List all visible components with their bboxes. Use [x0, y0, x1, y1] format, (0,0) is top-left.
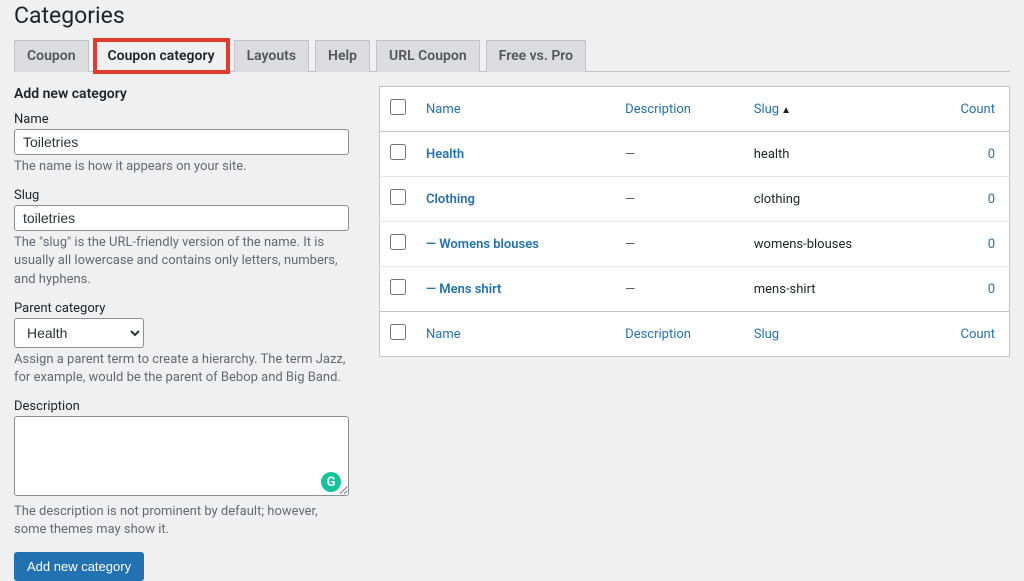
tabs: Coupon Coupon category Layouts Help URL … — [14, 39, 1010, 72]
parent-desc: Assign a parent term to create a hierarc… — [14, 351, 349, 387]
name-label: Name — [14, 112, 349, 127]
select-all-top[interactable] — [390, 99, 406, 115]
row-name-link[interactable]: — Mens shirt — [426, 282, 501, 297]
row-name-link[interactable]: Clothing — [426, 192, 475, 207]
sort-asc-icon: ▲ — [781, 105, 791, 116]
col-name-footer[interactable]: Name — [426, 327, 461, 342]
parent-select[interactable]: Health — [14, 318, 144, 348]
page-title: Categories — [14, 0, 1010, 39]
slug-desc: The "slug" is the URL-friendly version o… — [14, 234, 349, 289]
row-checkbox[interactable] — [390, 279, 406, 295]
description-desc: The description is not prominent by defa… — [14, 503, 349, 539]
tab-layouts[interactable]: Layouts — [234, 40, 309, 72]
parent-label: Parent category — [14, 301, 349, 316]
row-description: — — [625, 237, 635, 252]
col-description-footer[interactable]: Description — [625, 327, 691, 342]
col-slug-header[interactable]: Slug — [754, 102, 779, 117]
add-category-button[interactable]: Add new category — [14, 552, 144, 581]
tab-help[interactable]: Help — [315, 40, 370, 72]
tab-coupon-category[interactable]: Coupon category — [95, 40, 228, 72]
row-name-link[interactable]: — Womens blouses — [426, 237, 539, 252]
slug-input[interactable] — [14, 205, 349, 231]
table-row: — Mens shirt — mens-shirt 0 — [380, 267, 1010, 312]
row-checkbox[interactable] — [390, 144, 406, 160]
col-description-header[interactable]: Description — [625, 102, 691, 117]
col-slug-footer[interactable]: Slug — [754, 327, 779, 342]
row-count-link[interactable]: 0 — [988, 147, 995, 162]
add-category-form: Add new category Name The name is how it… — [14, 86, 349, 581]
col-name-header[interactable]: Name — [426, 102, 461, 117]
slug-label: Slug — [14, 188, 349, 203]
row-slug: clothing — [744, 177, 921, 222]
categories-table: Name Description Slug▲ Count Health — he… — [379, 86, 1010, 357]
table-row: Health — health 0 — [380, 132, 1010, 177]
col-count-footer[interactable]: Count — [961, 327, 995, 342]
table-row: — Womens blouses — womens-blouses 0 — [380, 222, 1010, 267]
select-all-bottom[interactable] — [390, 324, 406, 340]
name-desc: The name is how it appears on your site. — [14, 158, 349, 176]
name-input[interactable] — [14, 129, 349, 155]
row-count-link[interactable]: 0 — [988, 192, 995, 207]
row-description: — — [625, 192, 635, 207]
tab-url-coupon[interactable]: URL Coupon — [376, 40, 480, 72]
row-description: — — [625, 282, 635, 297]
tab-coupon[interactable]: Coupon — [14, 40, 89, 72]
row-name-link[interactable]: Health — [426, 147, 464, 162]
description-label: Description — [14, 399, 349, 414]
row-slug: mens-shirt — [744, 267, 921, 312]
tab-free-vs-pro[interactable]: Free vs. Pro — [486, 40, 586, 72]
table-row: Clothing — clothing 0 — [380, 177, 1010, 222]
row-count-link[interactable]: 0 — [988, 237, 995, 252]
row-checkbox[interactable] — [390, 234, 406, 250]
form-section-title: Add new category — [14, 86, 349, 102]
row-slug: womens-blouses — [744, 222, 921, 267]
col-count-header[interactable]: Count — [961, 102, 995, 117]
row-checkbox[interactable] — [390, 189, 406, 205]
row-count-link[interactable]: 0 — [988, 282, 995, 297]
row-description: — — [625, 147, 635, 162]
description-textarea[interactable] — [14, 416, 349, 496]
row-slug: health — [744, 132, 921, 177]
